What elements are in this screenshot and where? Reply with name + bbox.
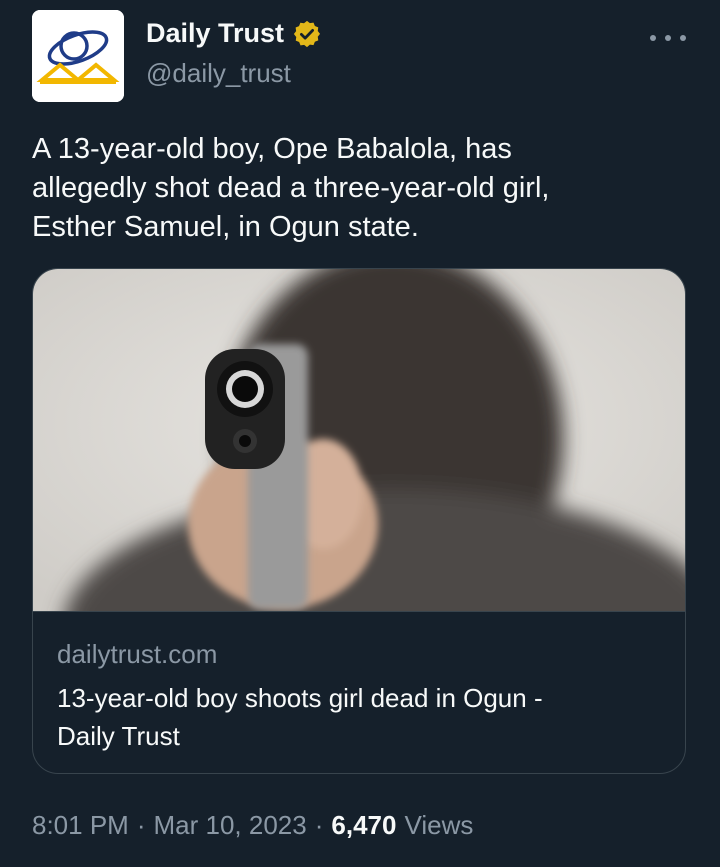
- card-title[interactable]: 13-year-old boy shoots girl dead in Ogun…: [57, 679, 657, 755]
- views-count[interactable]: 6,470: [331, 810, 396, 841]
- verified-badge-icon[interactable]: [292, 19, 322, 49]
- daily-trust-logo-icon: [32, 10, 124, 102]
- tweet-time[interactable]: 8:01 PM: [32, 810, 129, 841]
- separator: ·: [314, 810, 324, 840]
- card-domain[interactable]: dailytrust.com: [57, 639, 217, 670]
- dot: [680, 35, 686, 41]
- card-image[interactable]: [33, 269, 685, 612]
- dot: [650, 35, 656, 41]
- views-label[interactable]: Views: [404, 810, 473, 841]
- tweet-text: A 13-year-old boy, Ope Babalola, has all…: [32, 133, 550, 243]
- tweet-date[interactable]: Mar 10, 2023: [154, 810, 307, 841]
- author-name-row: Daily Trust: [146, 18, 322, 49]
- tweet-meta: 8:01 PM · Mar 10, 2023 · 6,470 Views: [32, 810, 473, 841]
- separator: ·: [136, 810, 146, 840]
- link-card[interactable]: dailytrust.com 13-year-old boy shoots gi…: [32, 268, 686, 774]
- more-options-icon[interactable]: [650, 28, 686, 48]
- avatar[interactable]: [32, 10, 124, 102]
- handle[interactable]: @daily_trust: [146, 58, 291, 89]
- dot: [665, 35, 671, 41]
- display-name[interactable]: Daily Trust: [146, 18, 284, 49]
